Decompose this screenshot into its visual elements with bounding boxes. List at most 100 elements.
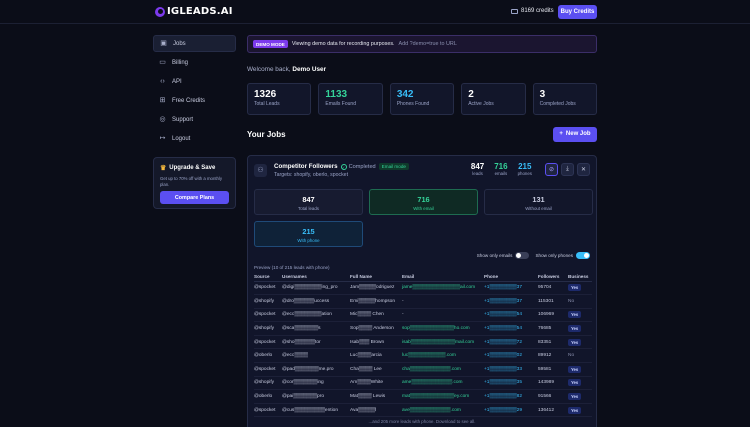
more-leads-note: ...and 205 more leads with phone. Downlo…: [368, 419, 476, 424]
code-icon: ‹›: [160, 78, 165, 85]
count-value: 847: [470, 162, 485, 171]
table-row[interactable]: @oberlo @ecc▒▒▒▒ Luc▒▒▒▒arcia luc▒▒▒▒▒▒▒▒▒▒…: [254, 348, 592, 364]
stat-total-leads: 1326 Total Leads: [247, 83, 312, 115]
filter-without-email[interactable]: 131 Without email: [484, 189, 593, 215]
plus-icon: +: [559, 131, 563, 137]
new-job-label: New Job: [565, 131, 591, 137]
filter-with-phone[interactable]: 215 With phone: [254, 221, 363, 247]
email-cell: cha▒▒▒▒▒▒▒▒▒▒▒▒.com: [402, 362, 484, 377]
username-cell: @cus▒▒▒▒▒▒▒▒▒ention: [282, 403, 350, 418]
briefcase-icon: ▣: [160, 40, 167, 47]
logo[interactable]: IGLEADS.AI: [155, 6, 233, 17]
business-cell: Yes: [568, 362, 592, 377]
business-badge: Yes: [568, 365, 582, 373]
table-row[interactable]: @spocket @sho▒▒▒▒▒▒tor Isab▒▒▒ Brown isab▒▒…: [254, 335, 592, 350]
filter-value: 847: [302, 195, 315, 204]
job-status: ✓ Completed: [340, 163, 376, 170]
job-header: ⚇ Competitor Followers ✓ Completed Email…: [254, 162, 590, 184]
buy-credits-button[interactable]: Buy Credits: [558, 5, 597, 19]
followers-cell: 143989: [538, 376, 568, 391]
new-job-button[interactable]: + New Job: [553, 126, 597, 142]
sidebar-item-billing[interactable]: ▭ Billing: [153, 54, 236, 71]
filter-label: Total leads: [298, 206, 319, 211]
stat-label: Completed Jobs: [539, 101, 576, 107]
table-row[interactable]: @shopify @cor▒▒▒▒▒▒▒ing Am▒▒▒▒White ame▒▒▒▒…: [254, 376, 592, 391]
check-circle-icon: ✓: [340, 163, 347, 170]
table-row[interactable]: @spocket @cus▒▒▒▒▒▒▒▒▒ention Ava▒▒▒▒▒l ave▒…: [254, 403, 592, 418]
toggle-only-emails[interactable]: Show only emails: [477, 252, 530, 259]
stat-phones-found: 342 Phones Found: [389, 83, 455, 115]
source-cell: @shopify: [254, 294, 282, 309]
lead-filters: 847 Total leads 716 With email 131 Witho…: [254, 189, 593, 247]
table-row[interactable]: @shopify @dro▒▒▒▒▒▒uccess Emi▒▒▒▒▒hompson -…: [254, 294, 592, 309]
followers-cell: 76685: [538, 321, 568, 336]
toggle-label: Show only emails: [476, 253, 513, 258]
preview-label: Preview (10 of 215 leads with phone): [254, 265, 330, 270]
logout-icon: ↦: [159, 135, 166, 142]
source-cell: @spocket: [254, 362, 282, 377]
card-icon: ▭: [159, 59, 166, 66]
welcome-message: Welcome back, Demo User: [247, 66, 597, 73]
phone-off-icon[interactable]: ⊘: [545, 163, 558, 176]
stat-value: 3: [539, 89, 546, 100]
business-badge: Yes: [568, 379, 582, 387]
sidebar-item-support[interactable]: ◎ Support: [153, 111, 236, 128]
users-icon: ⚇: [254, 164, 267, 177]
upgrade-title: ♛ Upgrade & Save: [160, 164, 229, 172]
toggle-label: Show only phones: [535, 253, 573, 258]
sidebar: ▣ Jobs ▭ Billing ‹› API ⊞ Free Credits ◎…: [153, 35, 236, 149]
close-icon[interactable]: ✕: [577, 163, 590, 176]
business-cell: Yes: [568, 376, 592, 391]
business-badge: Yes: [568, 406, 582, 414]
demo-badge: DEMO MODE: [253, 40, 288, 48]
name-cell: Ava▒▒▒▒▒l: [350, 403, 402, 418]
stat-value: 1133: [325, 89, 348, 100]
compare-plans-button[interactable]: Compare Plans: [160, 191, 229, 204]
business-badge: Yes: [568, 325, 582, 333]
business-badge: Yes: [568, 284, 582, 292]
sidebar-item-jobs[interactable]: ▣ Jobs: [153, 35, 236, 52]
business-cell: Yes: [568, 403, 592, 418]
upgrade-subtitle: Get up to 70% off with a monthly plan.: [160, 176, 223, 187]
job-status-text: Completed: [348, 163, 376, 170]
filter-total-leads[interactable]: 847 Total leads: [254, 189, 363, 215]
username-cell: @ecc▒▒▒▒▒▒▒▒ation: [282, 308, 350, 323]
sidebar-item-api[interactable]: ‹› API: [153, 73, 236, 90]
toggle-only-phones[interactable]: Show only phones: [535, 252, 590, 259]
stat-label: Total Leads: [254, 101, 280, 107]
table-row[interactable]: @shopify @sca▒▒▒▒▒▒▒s Sop▒▒▒▒ Anderson sop▒…: [254, 321, 592, 336]
jobs-header: Your Jobs + New Job: [247, 126, 597, 142]
name-cell: Luc▒▒▒▒arcia: [350, 348, 402, 364]
filter-with-email[interactable]: 716 With email: [369, 189, 478, 215]
table-row[interactable]: @spocket @pad▒▒▒▒▒▒▒me.pro Cha▒▒▒▒ Lee cha▒…: [254, 362, 592, 377]
stat-completed-jobs: 3 Completed Jobs: [532, 83, 598, 115]
emails-switch[interactable]: [515, 252, 530, 259]
email-cell: ave▒▒▒▒▒▒▒▒▒▒▒▒.com: [402, 403, 484, 418]
column-header: Source: [254, 272, 282, 282]
welcome-prefix: Welcome back,: [247, 66, 291, 73]
phone-cell: +1▒▒▒▒▒▒▒▒72: [484, 335, 538, 350]
filter-value: 716: [417, 195, 430, 204]
sidebar-item-free-credits[interactable]: ⊞ Free Credits: [153, 92, 236, 109]
table-row[interactable]: @oberlo @pai▒▒▒▒▒▒▒pro Mat▒▒▒▒ Lewis mat▒▒▒…: [254, 389, 592, 404]
table-row[interactable]: @spocket @digi▒▒▒▒▒▒▒▒ing_pro Jam▒▒▒▒▒odri…: [254, 281, 592, 296]
business-cell: Yes: [568, 281, 592, 296]
count-label: emails: [494, 171, 508, 176]
business-cell: Yes: [568, 335, 592, 350]
table-row[interactable]: @spocket @ecc▒▒▒▒▒▒▒▒ation Mic▒▒▒▒ Chen - +1…: [254, 308, 592, 323]
phones-switch[interactable]: [576, 252, 590, 259]
sidebar-item-label: Support: [172, 116, 194, 123]
sidebar-item-logout[interactable]: ↦ Logout: [153, 130, 236, 147]
business-badge: Yes: [568, 311, 582, 319]
job-targets: Targets: shopify, oberlo, spocket: [274, 172, 349, 178]
crown-icon: ♛: [160, 165, 167, 172]
username-cell: @sho▒▒▒▒▒▒tor: [282, 335, 350, 350]
source-cell: @oberlo: [254, 348, 282, 364]
logo-icon: [155, 6, 165, 17]
stat-active-jobs: 2 Active Jobs: [461, 83, 526, 115]
sidebar-item-label: Jobs: [173, 40, 186, 47]
source-cell: @shopify: [254, 376, 282, 391]
top-bar: IGLEADS.AI 8169 credits Buy Credits: [0, 0, 750, 24]
filter-value: 131: [532, 195, 545, 204]
download-icon[interactable]: ⤓: [561, 163, 574, 176]
